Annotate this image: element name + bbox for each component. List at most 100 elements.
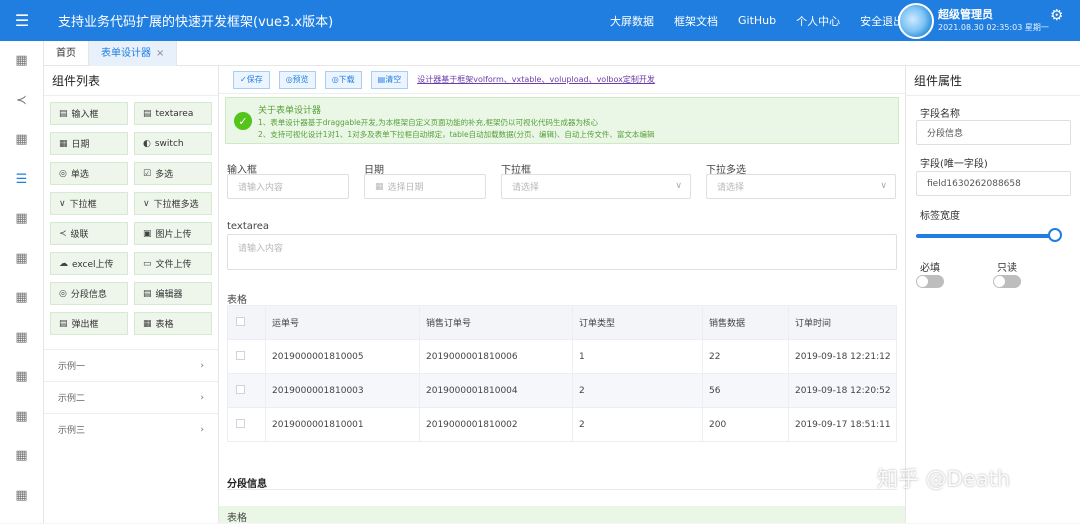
designer-info-link[interactable]: 设计器基于框架volform、vxtable、volupload、volbox定… <box>417 74 655 85</box>
example-item[interactable]: 示例三 › <box>44 413 218 445</box>
designer-toolbar: ✓保存 ◎预览 ◎下载 ▤清空 设计器基于框架volform、vxtable、v… <box>219 66 905 94</box>
component-popup[interactable]: ▤ 弹出框 <box>50 312 128 335</box>
textarea-input[interactable]: 请输入内容 <box>227 234 897 270</box>
clear-button[interactable]: ▤清空 <box>370 70 409 89</box>
nav-profile[interactable]: 个人中心 <box>796 13 840 29</box>
row-checkbox[interactable] <box>236 384 245 394</box>
grid-icon[interactable]: ▦ <box>0 239 43 279</box>
required-label: 必填 <box>920 263 940 274</box>
share-icon[interactable]: ≺ <box>0 81 43 121</box>
column-header[interactable]: 销售订单号 <box>419 305 573 340</box>
grid-icon[interactable]: ▦ <box>0 41 43 81</box>
row-checkbox[interactable] <box>236 350 245 360</box>
grid-icon[interactable]: ▦ <box>0 397 43 437</box>
component-image-upload[interactable]: ▣ 图片上传 <box>134 222 212 245</box>
component-input[interactable]: ▤ 输入框 <box>50 102 128 125</box>
multiselect-input[interactable]: 请选择 ∨ <box>706 174 896 199</box>
top-nav: 大屏数据 框架文档 GitHub 个人中心 安全退出 <box>600 0 914 41</box>
grid-icon[interactable]: ▦ <box>0 199 43 239</box>
save-button[interactable]: ✓保存 <box>233 70 270 89</box>
table-row[interactable]: 2019000001810005 2019000001810006 1 22 2… <box>227 339 897 374</box>
component-excel-upload[interactable]: ☁ excel上传 <box>50 252 128 275</box>
column-header[interactable]: 销售数据 <box>702 305 789 340</box>
alert-line: 2、支持可视化设计1对1、1对多及表单下拉框自动绑定，table自动加载数据(分… <box>258 130 655 139</box>
table-row[interactable]: 2019000001810003 2019000001810004 2 56 2… <box>227 373 897 408</box>
watermark: 知乎 @Death <box>877 467 1011 491</box>
table-header-row: 运单号 销售订单号 订单类型 销售数据 订单时间 <box>227 305 897 340</box>
label-width-slider[interactable] <box>916 234 1058 238</box>
nav-docs[interactable]: 框架文档 <box>674 13 718 29</box>
row-checkbox[interactable] <box>236 418 245 428</box>
column-header[interactable]: 订单时间 <box>788 305 897 340</box>
date-input[interactable]: ▦ 选择日期 <box>364 174 486 199</box>
grid-icon[interactable]: ▦ <box>0 318 43 358</box>
avatar[interactable] <box>898 2 934 39</box>
calendar-icon: ▦ <box>59 138 68 149</box>
component-radio[interactable]: ◎ 单选 <box>50 162 128 185</box>
tab-bar: 首页 表单设计器 × <box>44 41 1080 66</box>
field-key-input[interactable]: field1630262088658 <box>916 171 1071 196</box>
text-input[interactable]: 请输入内容 <box>227 174 349 199</box>
field-name-input[interactable]: 分段信息 <box>916 120 1071 145</box>
example-item[interactable]: 示例一 › <box>44 349 218 381</box>
table-icon: ▦ <box>143 318 152 329</box>
component-section[interactable]: ◎ 分段信息 <box>50 282 128 305</box>
readonly-toggle[interactable] <box>993 275 1021 288</box>
component-textarea[interactable]: ▤ textarea <box>134 102 212 125</box>
textarea-label: textarea <box>227 221 270 232</box>
cloud-icon: ☁ <box>59 258 68 269</box>
component-table[interactable]: ▦ 表格 <box>134 312 212 335</box>
component-date[interactable]: ▦ 日期 <box>50 132 128 155</box>
chevron-down-icon: ∨ <box>880 181 887 191</box>
component-cascader[interactable]: ≺ 级联 <box>50 222 128 245</box>
slider-handle[interactable] <box>1048 228 1062 242</box>
required-toggle[interactable] <box>916 275 944 288</box>
grid-icon[interactable]: ▦ <box>0 120 43 160</box>
tab-home[interactable]: 首页 <box>44 41 89 66</box>
component-file-upload[interactable]: ▭ 文件上传 <box>134 252 212 275</box>
input-icon: ▤ <box>59 108 68 119</box>
column-header[interactable]: 订单类型 <box>572 305 703 340</box>
table-cell: 56 <box>702 373 789 408</box>
component-grid: ▤ 输入框 ▤ textarea ▦ 日期 ◐ switch ◎ 单选 ☑ 多选 ∨ 下拉框 … <box>44 96 218 335</box>
column-header[interactable]: 运单号 <box>265 305 420 340</box>
chevron-down-icon: ∨ <box>59 198 66 209</box>
component-checkbox[interactable]: ☑ 多选 <box>134 162 212 185</box>
nav-dashboard[interactable]: 大屏数据 <box>610 13 654 29</box>
table-cell: 200 <box>702 407 789 442</box>
menu-toggle-icon[interactable]: ☰ <box>0 0 44 41</box>
chevron-right-icon: › <box>200 424 204 435</box>
example-item[interactable]: 示例二 › <box>44 381 218 413</box>
textarea-icon: ▤ <box>143 108 152 119</box>
nav-github[interactable]: GitHub <box>738 14 776 27</box>
preview-button[interactable]: ◎预览 <box>278 70 316 89</box>
table-cell: 2 <box>572 373 703 408</box>
radio-icon: ◎ <box>59 168 67 179</box>
share-icon: ≺ <box>59 228 67 239</box>
component-select[interactable]: ∨ 下拉框 <box>50 192 128 215</box>
select-input[interactable]: 请选择 ∨ <box>501 174 691 199</box>
design-canvas: ✓保存 ◎预览 ◎下载 ▤清空 设计器基于框架volform、vxtable、v… <box>219 66 905 524</box>
table-row[interactable]: 2019000001810001 2019000001810002 2 200 … <box>227 407 897 442</box>
grid-icon[interactable]: ▦ <box>0 476 43 516</box>
sliders-icon[interactable]: ☰ <box>0 160 43 200</box>
component-switch[interactable]: ◐ switch <box>134 132 212 155</box>
app-title: 支持业务代码扩展的快速开发框架(vue3.x版本) <box>58 15 334 30</box>
chevron-down-icon: ∨ <box>675 181 682 191</box>
component-multiselect[interactable]: ∨ 下拉框多选 <box>134 192 212 215</box>
close-icon[interactable]: × <box>156 48 164 59</box>
grid-icon[interactable]: ▦ <box>0 357 43 397</box>
gear-icon[interactable]: ⚙ <box>1050 6 1063 24</box>
selected-table-label[interactable]: 表格 <box>219 506 905 524</box>
chevron-right-icon: › <box>200 360 204 371</box>
checkbox-icon: ☑ <box>143 168 152 179</box>
select-all-checkbox[interactable] <box>236 316 245 326</box>
grid-icon[interactable]: ▦ <box>0 436 43 476</box>
calendar-icon: ▦ <box>375 181 384 192</box>
component-list-title: 组件列表 <box>44 66 218 96</box>
download-button[interactable]: ◎下载 <box>324 70 362 89</box>
tab-form-designer[interactable]: 表单设计器 × <box>89 41 178 66</box>
grid-icon[interactable]: ▦ <box>0 278 43 318</box>
section-title[interactable]: 分段信息 <box>227 475 897 490</box>
component-editor[interactable]: ▤ 编辑器 <box>134 282 212 305</box>
